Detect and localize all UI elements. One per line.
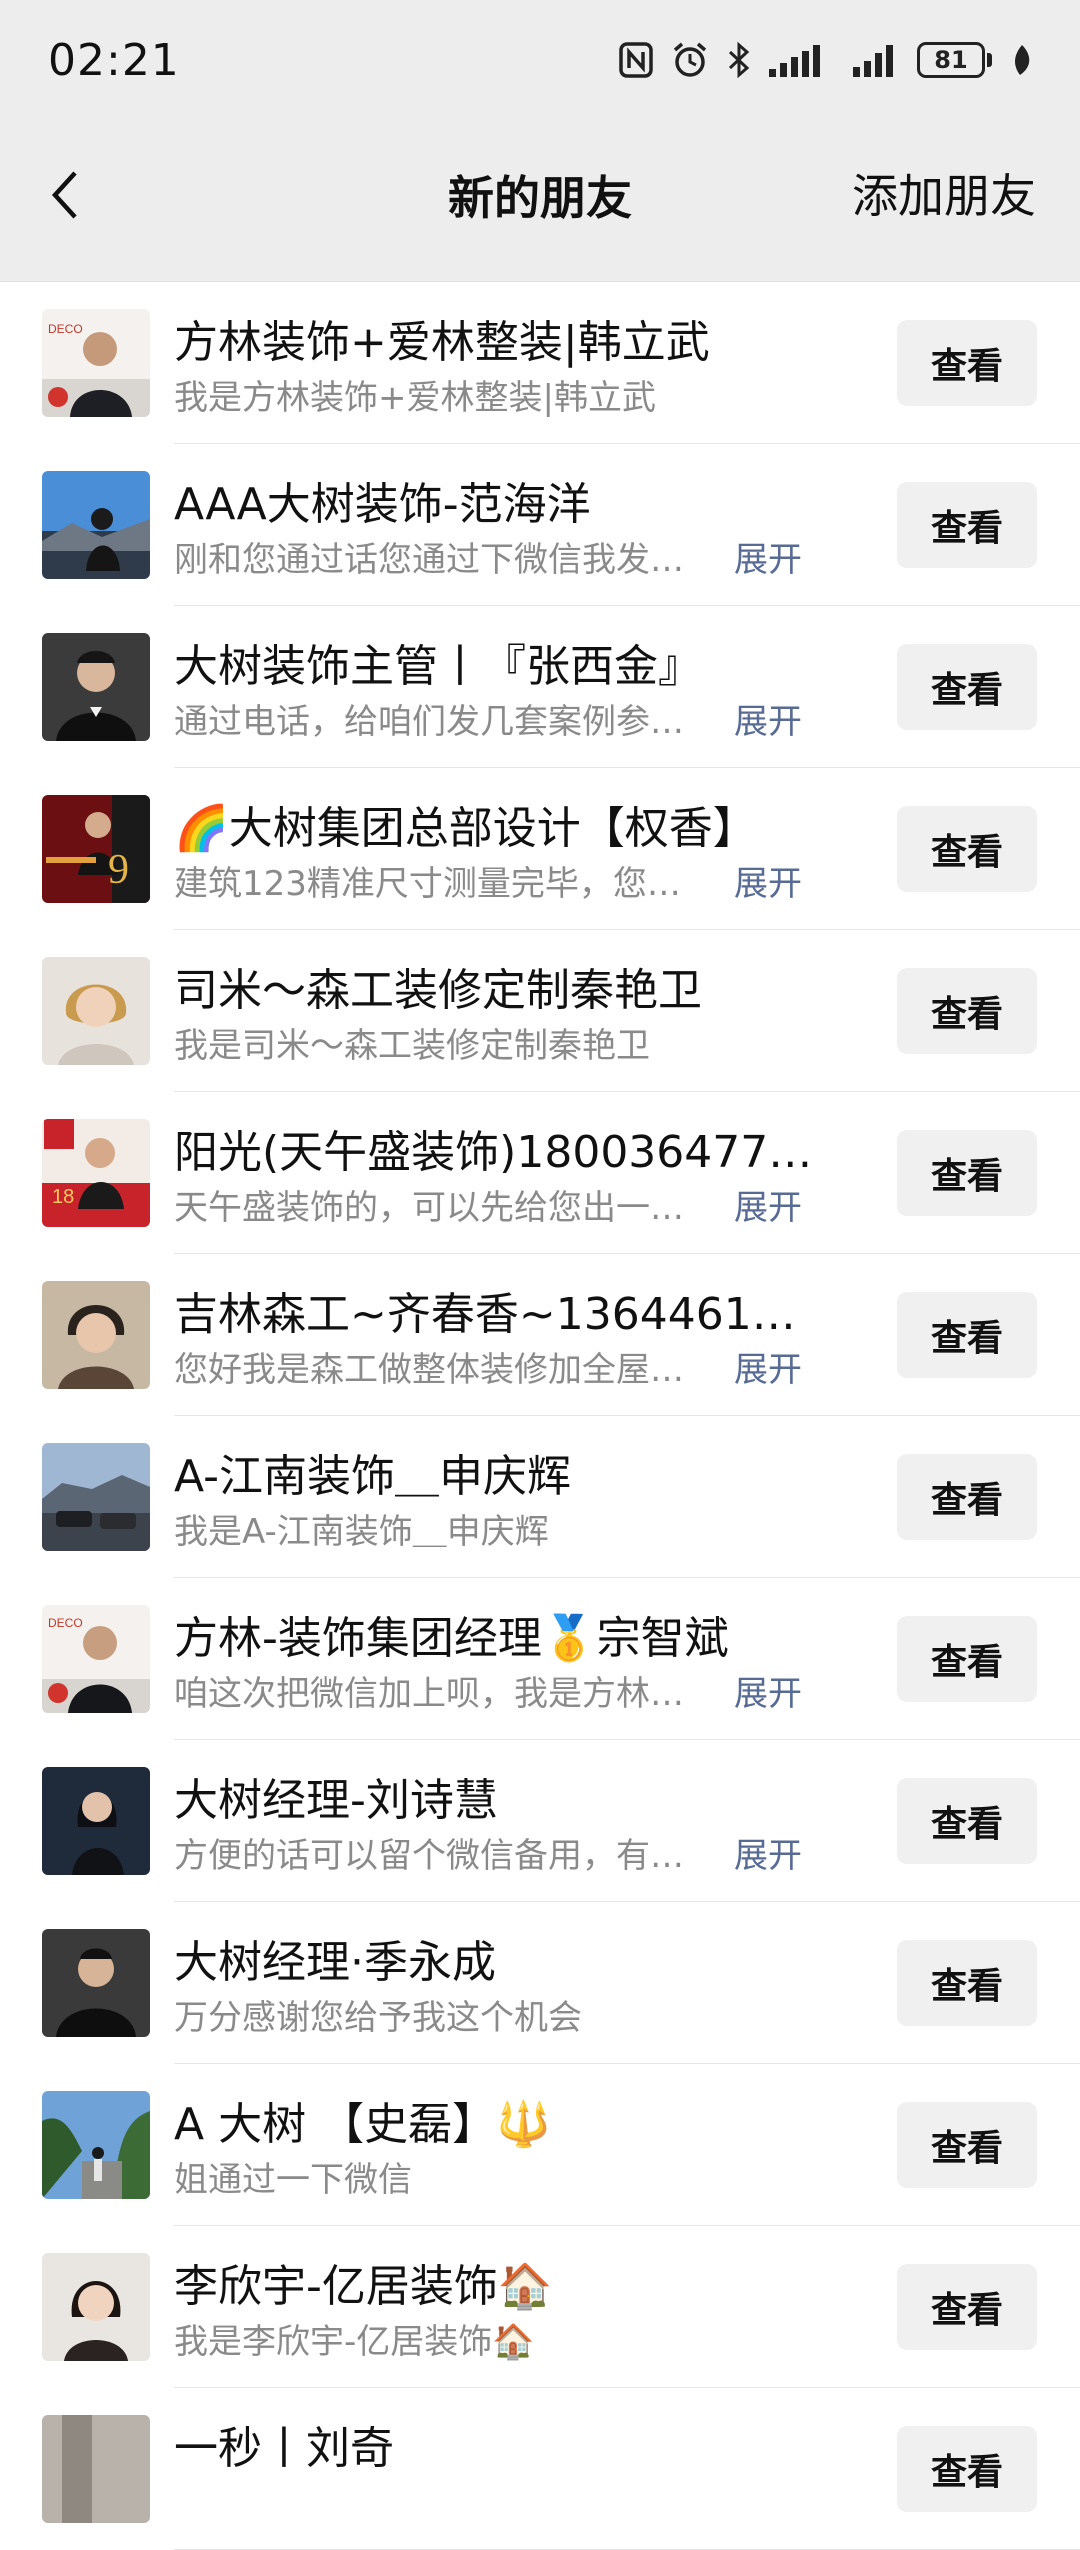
friend-name: AAA大树装饰-范海洋	[174, 479, 591, 530]
view-button[interactable]: 查看	[897, 482, 1037, 568]
battery-icon: 81	[917, 42, 992, 78]
list-item[interactable]: DECO 方林-装饰集团经理🥇宗智斌 咱这次把微信加上呗，我是方林装饰的 展开 …	[0, 1578, 1080, 1740]
friend-name: 大树装饰主管丨『张西金』	[174, 641, 702, 692]
list-item[interactable]: 大树经理-刘诗慧 方便的话可以留个微信备用，有需要随时联系 展开 查看	[0, 1740, 1080, 1902]
friend-message: 我是司米～森工装修定制秦艳卫	[174, 1026, 650, 1066]
avatar[interactable]	[42, 2415, 150, 2523]
signal-icon	[769, 45, 820, 77]
signal-icon	[853, 45, 893, 77]
view-button[interactable]: 查看	[897, 1454, 1037, 1540]
svg-text:9: 9	[108, 847, 129, 893]
avatar[interactable]: DECO	[42, 309, 150, 417]
friend-name: A-江南装饰＿申庆辉	[174, 1451, 572, 1502]
avatar[interactable]: 9	[42, 795, 150, 903]
friend-name: 方林装饰+爱林整装|韩立武	[174, 317, 710, 368]
expand-link[interactable]: 展开	[734, 1828, 802, 1877]
list-item[interactable]: AAA大树装饰-范海洋 刚和您通过话您通过下微信我发点案例给您 展开 查看	[0, 444, 1080, 606]
status-icons: 81	[619, 41, 1032, 79]
view-button[interactable]: 查看	[897, 2264, 1037, 2350]
friend-name: 方林-装饰集团经理🥇宗智斌	[174, 1613, 729, 1664]
friend-message: 我是李欣宇-亿居装饰🏠	[174, 2322, 535, 2362]
svg-text:DECO: DECO	[48, 1616, 83, 1630]
expand-link[interactable]: 展开	[734, 1342, 802, 1391]
alarm-icon	[673, 42, 707, 77]
list-item[interactable]: 一秒丨刘奇 查看	[0, 2388, 1080, 2550]
friend-name: 🌈大树集团总部设计【权香】	[174, 803, 757, 854]
leaf-icon	[1015, 45, 1030, 75]
view-button[interactable]: 查看	[897, 320, 1037, 406]
view-button[interactable]: 查看	[897, 1130, 1037, 1216]
avatar[interactable]: DECO	[42, 1605, 150, 1713]
friend-message: 咱这次把微信加上呗，我是方林装饰的	[174, 1674, 704, 1714]
list-item[interactable]: 李欣宇-亿居装饰🏠 我是李欣宇-亿居装饰🏠 查看	[0, 2226, 1080, 2388]
status-bar: 02:21 81	[0, 0, 1080, 120]
expand-link[interactable]: 展开	[734, 532, 802, 581]
avatar[interactable]	[42, 957, 150, 1065]
view-button[interactable]: 查看	[897, 2426, 1037, 2512]
friend-message: 刚和您通过话您通过下微信我发点案例给您	[174, 540, 704, 580]
avatar[interactable]	[42, 2253, 150, 2361]
friend-message: 万分感谢您给予我这个机会	[174, 1998, 582, 2038]
friend-name: 吉林森工~齐春香~13644613000	[174, 1289, 814, 1340]
expand-link[interactable]: 展开	[734, 694, 802, 743]
add-friend-button[interactable]: 添加朋友	[852, 160, 1036, 226]
avatar[interactable]	[42, 1929, 150, 2037]
battery-level: 81	[917, 42, 985, 78]
view-button[interactable]: 查看	[897, 1616, 1037, 1702]
bluetooth-icon	[728, 41, 750, 79]
view-button[interactable]: 查看	[897, 1940, 1037, 2026]
friend-message: 我是A-江南装饰＿申庆辉	[174, 1512, 549, 1552]
avatar[interactable]	[42, 1443, 150, 1551]
friend-message: 通过电话，给咱们发几套案例参考一下	[174, 702, 704, 742]
expand-link[interactable]: 展开	[734, 856, 802, 905]
list-item[interactable]: 18 阳光(天午盛装饰)18003647788 天午盛装饰的，可以先给您出一套方…	[0, 1092, 1080, 1254]
friend-name: A 大树 【史磊】🔱	[174, 2099, 551, 2150]
view-button[interactable]: 查看	[897, 2102, 1037, 2188]
friend-message: 姐通过一下微信	[174, 2160, 412, 2200]
avatar[interactable]	[42, 2091, 150, 2199]
svg-text:18: 18	[52, 1186, 74, 1208]
avatar[interactable]	[42, 633, 150, 741]
nav-bar: 新的朋友 添加朋友	[0, 120, 1080, 282]
list-item[interactable]: 吉林森工~齐春香~13644613000 您好我是森工做整体装修加全屋定制的 展…	[0, 1254, 1080, 1416]
view-button[interactable]: 查看	[897, 806, 1037, 892]
friend-message: 建筑123精准尺寸测量完毕，您看一下	[174, 864, 704, 904]
list-item[interactable]: 司米～森工装修定制秦艳卫 我是司米～森工装修定制秦艳卫 查看	[0, 930, 1080, 1092]
view-button[interactable]: 查看	[897, 644, 1037, 730]
list-item[interactable]: A-江南装饰＿申庆辉 我是A-江南装饰＿申庆辉 查看	[0, 1416, 1080, 1578]
view-button[interactable]: 查看	[897, 968, 1037, 1054]
view-button[interactable]: 查看	[897, 1778, 1037, 1864]
friend-name: 司米～森工装修定制秦艳卫	[174, 965, 702, 1016]
friend-message: 方便的话可以留个微信备用，有需要随时联系	[174, 1836, 704, 1876]
view-button[interactable]: 查看	[897, 1292, 1037, 1378]
friend-message: 天午盛装饰的，可以先给您出一套方案	[174, 1188, 704, 1228]
expand-link[interactable]: 展开	[734, 1180, 802, 1229]
list-item[interactable]: A 大树 【史磊】🔱 姐通过一下微信 查看	[0, 2064, 1080, 2226]
avatar[interactable]: 18	[42, 1119, 150, 1227]
friend-request-list: DECO 方林装饰+爱林整装|韩立武 我是方林装饰+爱林整装|韩立武 查看 AA…	[0, 282, 1080, 2550]
svg-text:DECO: DECO	[48, 322, 83, 336]
nfc-icon	[619, 42, 653, 78]
friend-name: 阳光(天午盛装饰)18003647788	[174, 1127, 814, 1178]
list-item[interactable]: 9 🌈大树集团总部设计【权香】 建筑123精准尺寸测量完毕，您看一下 展开 查看	[0, 768, 1080, 930]
friend-message: 我是方林装饰+爱林整装|韩立武	[174, 378, 656, 418]
friend-name: 大树经理·季永成	[174, 1937, 496, 1988]
list-item[interactable]: 大树装饰主管丨『张西金』 通过电话，给咱们发几套案例参考一下 展开 查看	[0, 606, 1080, 768]
friend-message: 您好我是森工做整体装修加全屋定制的	[174, 1350, 704, 1390]
avatar[interactable]	[42, 471, 150, 579]
status-time: 02:21	[48, 34, 180, 86]
list-item[interactable]: 大树经理·季永成 万分感谢您给予我这个机会 查看	[0, 1902, 1080, 2064]
avatar[interactable]	[42, 1767, 150, 1875]
avatar[interactable]	[42, 1281, 150, 1389]
expand-link[interactable]: 展开	[734, 1666, 802, 1715]
list-item[interactable]: DECO 方林装饰+爱林整装|韩立武 我是方林装饰+爱林整装|韩立武 查看	[0, 282, 1080, 444]
friend-name: 一秒丨刘奇	[174, 2423, 394, 2474]
friend-name: 李欣宇-亿居装饰🏠	[174, 2261, 553, 2312]
friend-name: 大树经理-刘诗慧	[174, 1775, 498, 1826]
